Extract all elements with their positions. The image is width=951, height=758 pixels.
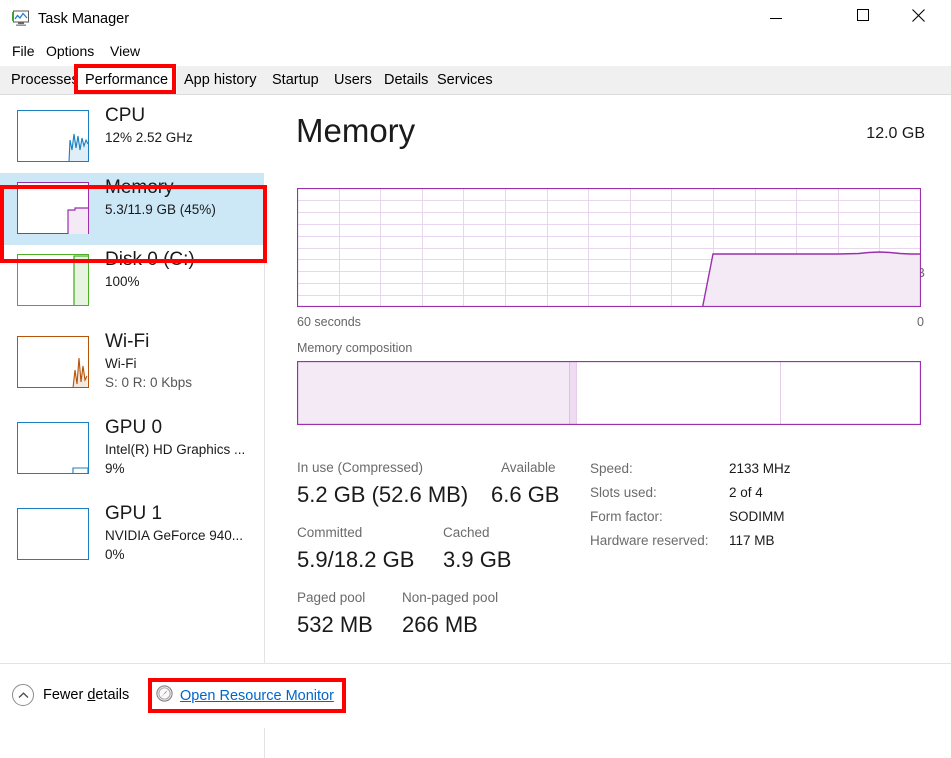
stat-value-paged-pool: 532 MB (297, 611, 373, 639)
menu-bar: File Options View (0, 38, 951, 64)
sidebar-item-wifi-throughput: S: 0 R: 0 Kbps (105, 373, 260, 392)
detail-value-speed: 2133 MHz (729, 460, 791, 478)
sidebar-item-disk-stats: 100% (105, 272, 260, 291)
menu-item-options[interactable]: Options (40, 41, 100, 61)
detail-label-form-factor: Form factor: (590, 508, 663, 526)
tab-processes[interactable]: Processes (2, 66, 88, 94)
memory-thumbnail-graph (17, 182, 89, 234)
sidebar-item-wifi-adapter: Wi-Fi (105, 354, 260, 373)
close-button[interactable] (895, 0, 941, 30)
memory-usage-x-left: 60 seconds (297, 314, 361, 330)
sidebar-item-memory-stats: 5.3/11.9 GB (45%) (105, 200, 260, 219)
stat-label-paged-pool: Paged pool (297, 589, 365, 607)
open-resource-monitor-link[interactable]: Open Resource Monitor (180, 686, 334, 706)
tab-strip: Processes Performance App history Startu… (0, 66, 951, 95)
stat-value-available: 6.6 GB (491, 481, 559, 509)
sidebar-item-gpu0-stats: 9% (105, 459, 260, 478)
sidebar-item-gpu1-model: NVIDIA GeForce 940... (105, 526, 260, 545)
tab-app-history[interactable]: App history (175, 66, 266, 94)
memory-composition-chart (297, 361, 921, 425)
menu-item-file[interactable]: File (6, 41, 41, 61)
stat-value-in-use: 5.2 GB (52.6 MB) (297, 481, 468, 509)
sidebar-item-wifi[interactable]: Wi-Fi Wi-Fi S: 0 R: 0 Kbps (0, 327, 264, 413)
detail-value-slots-used: 2 of 4 (729, 484, 763, 502)
tab-services[interactable]: Services (428, 66, 502, 94)
status-bar: Fewer details Open Resource Monitor (0, 663, 951, 728)
stat-label-available: Available (501, 459, 556, 477)
sidebar-item-gpu0[interactable]: GPU 0 Intel(R) HD Graphics ... 9% (0, 413, 264, 499)
stat-value-non-paged-pool: 266 MB (402, 611, 478, 639)
sidebar-item-memory[interactable]: Memory 5.3/11.9 GB (45%) (0, 173, 264, 245)
cpu-thumbnail-graph (17, 110, 89, 162)
stat-label-in-use: In use (Compressed) (297, 459, 423, 477)
tab-startup[interactable]: Startup (263, 66, 328, 94)
sidebar-item-disk-name: Disk 0 (C:) (105, 248, 260, 272)
minimize-icon (770, 18, 782, 19)
window-title: Task Manager (38, 10, 129, 28)
stat-value-committed: 5.9/18.2 GB (297, 546, 414, 574)
stat-value-cached: 3.9 GB (443, 546, 511, 574)
sidebar-item-cpu-name: CPU (105, 104, 260, 128)
fewer-details-button[interactable]: Fewer details (12, 684, 129, 706)
sidebar-item-memory-name: Memory (105, 176, 260, 200)
resource-monitor-icon (156, 685, 173, 707)
memory-composition-caption: Memory composition (297, 340, 412, 356)
sidebar-item-gpu1-name: GPU 1 (105, 502, 260, 526)
tab-users[interactable]: Users (325, 66, 381, 94)
detail-value-hardware-reserved: 117 MB (729, 532, 775, 550)
sidebar-item-cpu[interactable]: CPU 12% 2.52 GHz (0, 101, 264, 173)
maximize-icon (857, 9, 869, 21)
sidebar-item-disk[interactable]: Disk 0 (C:) 100% (0, 245, 264, 317)
memory-total-label: 12.0 GB (866, 124, 925, 144)
resource-sidebar: CPU 12% 2.52 GHz Memory 5.3/11.9 GB (45%… (0, 95, 264, 663)
tab-performance[interactable]: Performance (76, 66, 177, 94)
detail-label-hardware-reserved: Hardware reserved: (590, 532, 709, 550)
gpu1-thumbnail-graph (17, 508, 89, 560)
close-icon (912, 9, 925, 22)
detail-label-slots-used: Slots used: (590, 484, 657, 502)
sidebar-item-gpu0-name: GPU 0 (105, 416, 260, 440)
task-manager-icon (12, 10, 30, 27)
disk-thumbnail-graph (17, 254, 89, 306)
sidebar-item-gpu1[interactable]: GPU 1 NVIDIA GeForce 940... 0% (0, 499, 264, 585)
chevron-up-icon (12, 684, 34, 706)
memory-usage-x-right: 0 (917, 314, 924, 330)
sidebar-item-gpu0-model: Intel(R) HD Graphics ... (105, 440, 260, 459)
title-bar: Task Manager (0, 0, 951, 38)
open-resource-monitor-button[interactable]: Open Resource Monitor (156, 685, 334, 707)
memory-usage-chart (297, 188, 921, 307)
stat-label-committed: Committed (297, 524, 362, 542)
sidebar-item-cpu-stats: 12% 2.52 GHz (105, 128, 260, 147)
wifi-thumbnail-graph (17, 336, 89, 388)
menu-item-view[interactable]: View (104, 41, 146, 61)
stat-label-cached: Cached (443, 524, 490, 542)
sidebar-item-wifi-name: Wi-Fi (105, 330, 260, 354)
minimize-button[interactable] (753, 0, 799, 30)
sidebar-item-gpu1-stats: 0% (105, 545, 260, 564)
stat-label-non-paged-pool: Non-paged pool (402, 589, 498, 607)
maximize-button[interactable] (840, 0, 886, 30)
gpu0-thumbnail-graph (17, 422, 89, 474)
detail-value-form-factor: SODIMM (729, 508, 785, 526)
fewer-details-label: Fewer details (43, 685, 129, 705)
page-title: Memory (296, 111, 415, 151)
detail-label-speed: Speed: (590, 460, 633, 478)
